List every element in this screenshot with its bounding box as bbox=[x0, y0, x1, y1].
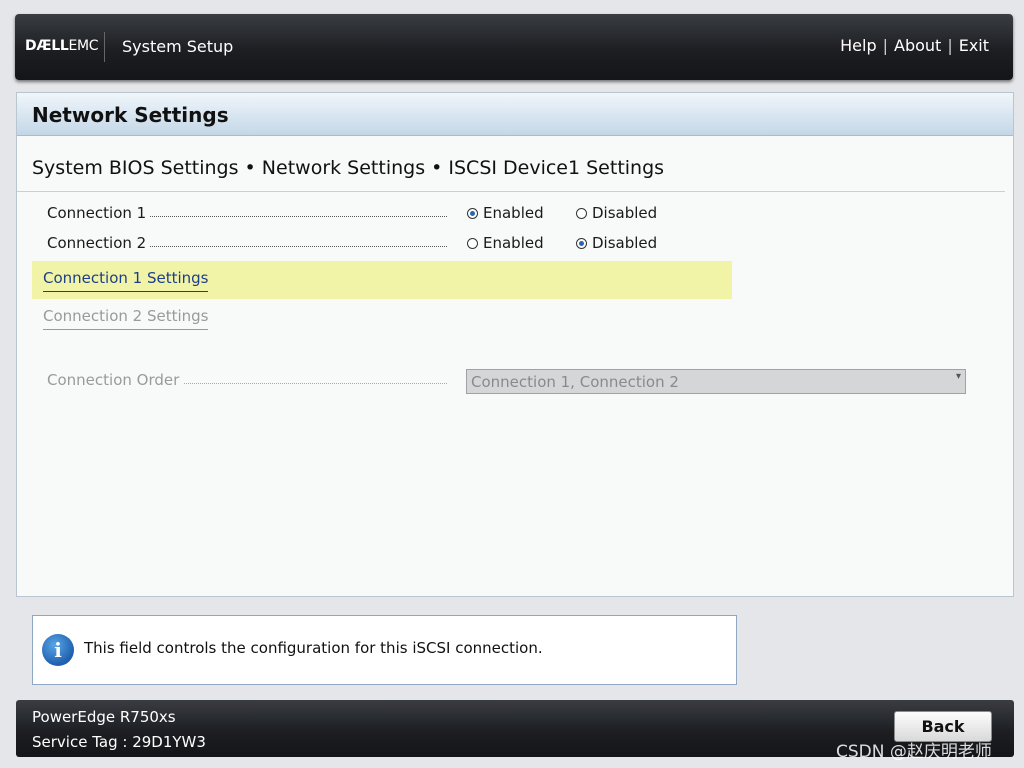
connection-1-setting: Connection 1 bbox=[47, 204, 447, 224]
connection-order-select: Connection 1, Connection 2 ▾ bbox=[466, 369, 966, 394]
radio-selected-icon bbox=[467, 208, 478, 219]
connection-1-disabled-radio[interactable]: Disabled bbox=[576, 204, 657, 222]
connection-1-settings-link[interactable]: Connection 1 Settings bbox=[43, 269, 209, 292]
header-links: Help | About | Exit bbox=[840, 36, 989, 55]
radio-selected-icon bbox=[576, 238, 587, 249]
connection-2-disabled-radio[interactable]: Disabled bbox=[576, 234, 657, 252]
breadcrumb: System BIOS Settings • Network Settings … bbox=[32, 157, 665, 179]
link-separator: | bbox=[882, 36, 888, 55]
connection-2-settings-link: Connection 2 Settings bbox=[43, 307, 209, 330]
connection-2-enabled-radio[interactable]: Enabled bbox=[467, 234, 544, 252]
radio-unselected-icon bbox=[467, 238, 478, 249]
help-box: i This field controls the configuration … bbox=[32, 615, 737, 685]
header-bar: DÆLLEMC System Setup Help | About | Exit bbox=[15, 14, 1013, 80]
dellemc-logo: DÆLLEMC bbox=[25, 38, 99, 54]
connection-2-label: Connection 2 bbox=[47, 234, 151, 252]
info-icon: i bbox=[42, 634, 74, 666]
watermark: CSDN @赵庆明老师 bbox=[836, 742, 992, 762]
breadcrumb-divider bbox=[17, 191, 1005, 192]
connection-1-enabled-radio[interactable]: Enabled bbox=[467, 204, 544, 222]
link-separator: | bbox=[947, 36, 953, 55]
connection-2-settings-row: Connection 2 Settings bbox=[32, 299, 732, 337]
radio-unselected-icon bbox=[576, 208, 587, 219]
help-link[interactable]: Help bbox=[840, 36, 876, 55]
settings-panel: Network Settings System BIOS Settings • … bbox=[16, 92, 1014, 597]
connection-2-setting: Connection 2 bbox=[47, 234, 447, 254]
system-model: PowerEdge R750xs bbox=[32, 708, 176, 726]
connection-1-label: Connection 1 bbox=[47, 204, 151, 222]
exit-link[interactable]: Exit bbox=[959, 36, 989, 55]
chevron-down-icon: ▾ bbox=[955, 371, 961, 382]
header-divider bbox=[104, 32, 105, 62]
about-link[interactable]: About bbox=[894, 36, 941, 55]
connection-1-settings-row[interactable]: Connection 1 Settings bbox=[32, 261, 732, 299]
connection-order-value: Connection 1, Connection 2 bbox=[471, 373, 679, 391]
service-tag: Service Tag : 29D1YW3 bbox=[32, 733, 206, 751]
connection-order-label: Connection Order bbox=[47, 371, 184, 389]
app-title: System Setup bbox=[122, 37, 234, 56]
page-title: Network Settings bbox=[17, 93, 1013, 136]
help-text: This field controls the configuration fo… bbox=[84, 639, 543, 657]
connection-order-setting: Connection Order bbox=[47, 371, 447, 391]
